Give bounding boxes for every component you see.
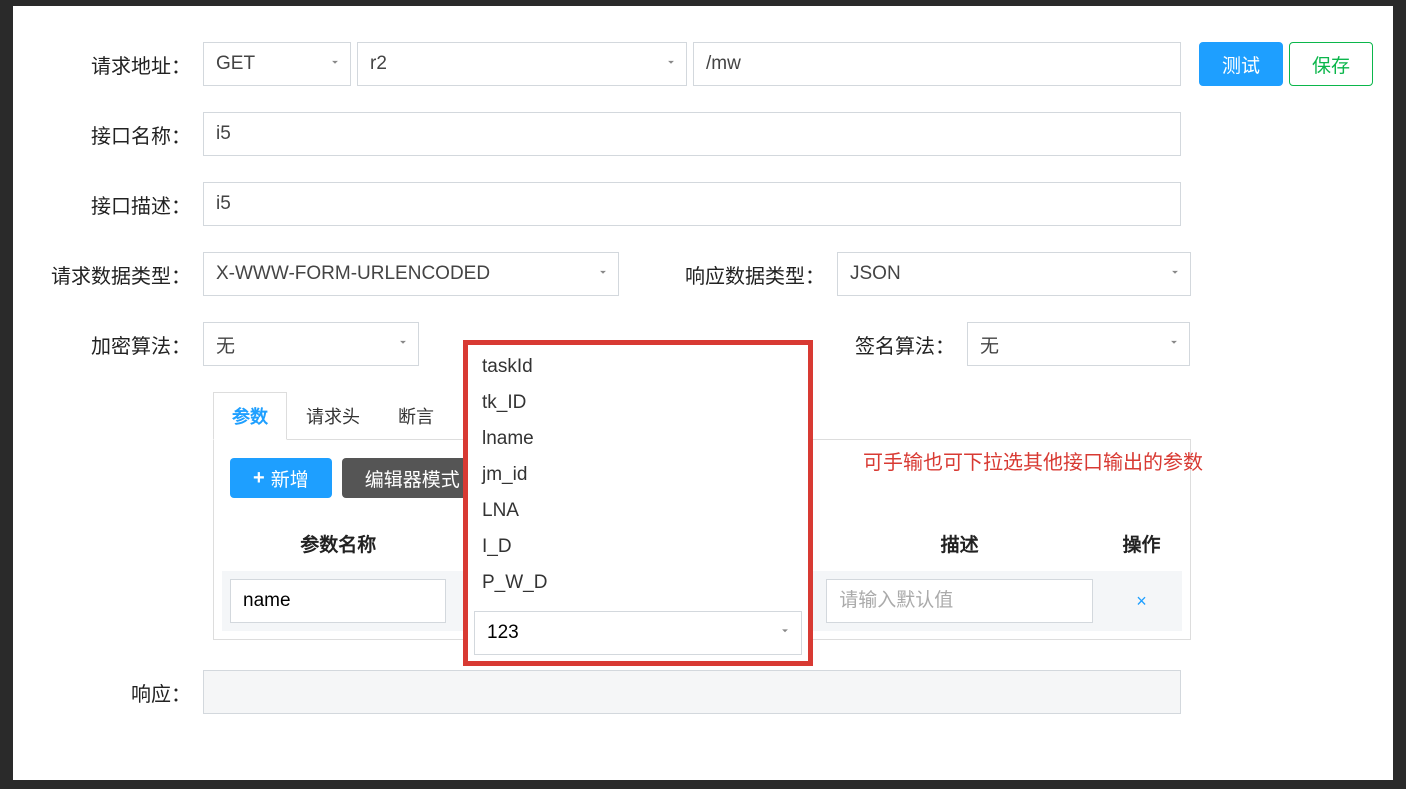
row-interface-desc: 接口描述： xyxy=(23,182,1373,226)
label-request-data-type: 请求数据类型： xyxy=(23,260,203,289)
request-data-type-value: X-WWW-FORM-URLENCODED xyxy=(216,263,490,285)
sign-algo-select[interactable]: 无 xyxy=(967,322,1190,366)
encrypt-algo-value: 无 xyxy=(216,331,235,358)
add-button-label: 新增 xyxy=(271,465,309,492)
row-interface-name: 接口名称： xyxy=(23,112,1373,156)
form-wrapper: 请求地址： GET r2 测试 保存 xyxy=(23,42,1373,714)
interface-desc-input[interactable] xyxy=(203,182,1181,226)
label-request-address: 请求地址： xyxy=(23,50,203,79)
param-value-input[interactable] xyxy=(474,611,802,655)
api-config-modal: 请求地址： GET r2 测试 保存 xyxy=(13,6,1393,780)
chevron-down-icon xyxy=(664,53,678,75)
default-value-input[interactable] xyxy=(826,579,1093,623)
tab-assertions[interactable]: 断言 xyxy=(379,392,453,440)
dropdown-options-list: taskId tk_ID lname jm_id LNA I_D P_W_D xyxy=(468,345,808,605)
tab-headers[interactable]: 请求头 xyxy=(287,392,379,440)
th-desc: 描述 xyxy=(818,516,1101,571)
label-interface-name: 接口名称： xyxy=(23,120,203,149)
annotation-hint: 可手输也可下拉选其他接口输出的参数 xyxy=(863,446,1203,475)
th-action: 操作 xyxy=(1101,516,1182,571)
dropdown-input-wrap xyxy=(468,605,808,661)
dropdown-option[interactable]: I_D xyxy=(468,529,808,565)
response-output xyxy=(203,670,1181,714)
request-data-type-select[interactable]: X-WWW-FORM-URLENCODED xyxy=(203,252,619,296)
response-data-type-value: JSON xyxy=(850,263,901,285)
test-button[interactable]: 测试 xyxy=(1199,42,1283,86)
chevron-down-icon xyxy=(1168,263,1182,285)
dropdown-option[interactable]: lname xyxy=(468,421,808,457)
chevron-down-icon xyxy=(1167,333,1181,355)
dropdown-option[interactable]: tk_ID xyxy=(468,385,808,421)
encrypt-algo-select[interactable]: 无 xyxy=(203,322,419,366)
row-request-address: 请求地址： GET r2 测试 保存 xyxy=(23,42,1373,86)
chevron-down-icon xyxy=(596,263,610,285)
host-select[interactable]: r2 xyxy=(357,42,687,86)
sign-algo-value: 无 xyxy=(980,331,999,358)
path-input[interactable] xyxy=(693,42,1181,86)
delete-row-button[interactable]: × xyxy=(1136,591,1147,611)
param-value-dropdown: taskId tk_ID lname jm_id LNA I_D P_W_D xyxy=(463,340,813,666)
method-value: GET xyxy=(216,53,255,75)
request-address-controls: GET r2 测试 保存 xyxy=(203,42,1373,86)
dropdown-option[interactable]: LNA xyxy=(468,493,808,529)
label-response-data-type: 响应数据类型： xyxy=(659,260,837,289)
label-interface-desc: 接口描述： xyxy=(23,190,203,219)
method-select[interactable]: GET xyxy=(203,42,351,86)
interface-name-input[interactable] xyxy=(203,112,1181,156)
label-response: 响应： xyxy=(23,678,203,707)
editor-mode-button[interactable]: 编辑器模式 xyxy=(342,458,483,498)
plus-icon: + xyxy=(253,467,265,490)
th-param-name: 参数名称 xyxy=(222,516,454,571)
label-encrypt-algo: 加密算法： xyxy=(23,330,203,359)
dropdown-option[interactable]: taskId xyxy=(468,349,808,385)
row-response: 响应： xyxy=(23,670,1373,714)
add-param-button[interactable]: + 新增 xyxy=(230,458,332,498)
response-data-type-select[interactable]: JSON xyxy=(837,252,1191,296)
label-sign-algo: 签名算法： xyxy=(833,330,967,359)
tab-params[interactable]: 参数 xyxy=(213,392,287,440)
dropdown-option[interactable]: jm_id xyxy=(468,457,808,493)
row-data-types: 请求数据类型： X-WWW-FORM-URLENCODED 响应数据类型： JS… xyxy=(23,252,1373,296)
chevron-down-icon xyxy=(396,333,410,355)
dropdown-option[interactable]: P_W_D xyxy=(468,565,808,601)
save-button[interactable]: 保存 xyxy=(1289,42,1373,86)
param-name-input[interactable] xyxy=(230,579,446,623)
chevron-down-icon xyxy=(328,53,342,75)
host-value: r2 xyxy=(370,53,387,75)
